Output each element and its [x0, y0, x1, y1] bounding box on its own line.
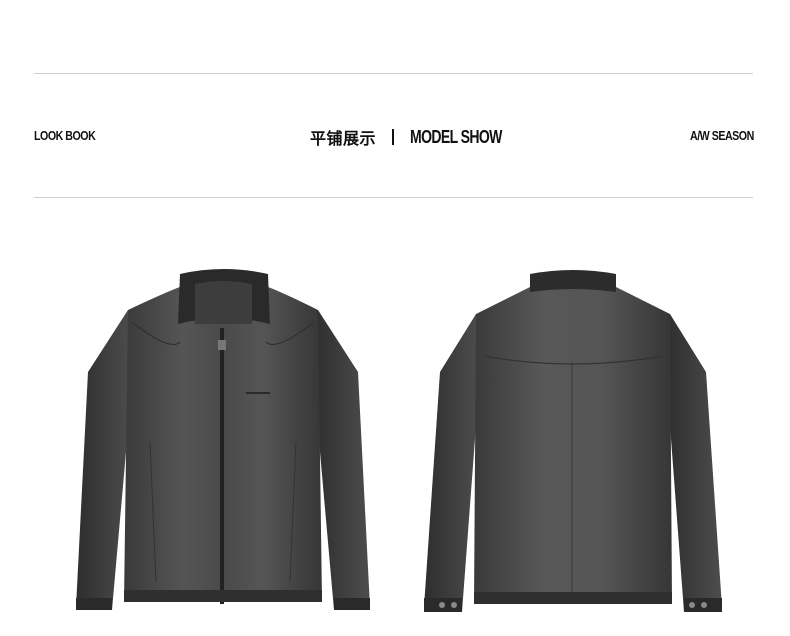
jacket-front-image — [70, 262, 375, 620]
season-label: A/W SEASON — [690, 128, 754, 143]
top-divider — [34, 73, 753, 74]
section-title-en: MODEL SHOW — [410, 126, 502, 147]
title-divider — [392, 129, 395, 145]
bottom-divider — [34, 197, 753, 198]
section-title-cn: 平铺展示 — [310, 129, 377, 148]
jacket-back-image — [420, 262, 725, 620]
section-title: 平铺展示 MODEL SHOW — [310, 124, 528, 150]
lookbook-label: LOOK BOOK — [34, 128, 96, 143]
section-header: LOOK BOOK 平铺展示 MODEL SHOW A/W SEASON — [34, 124, 754, 150]
